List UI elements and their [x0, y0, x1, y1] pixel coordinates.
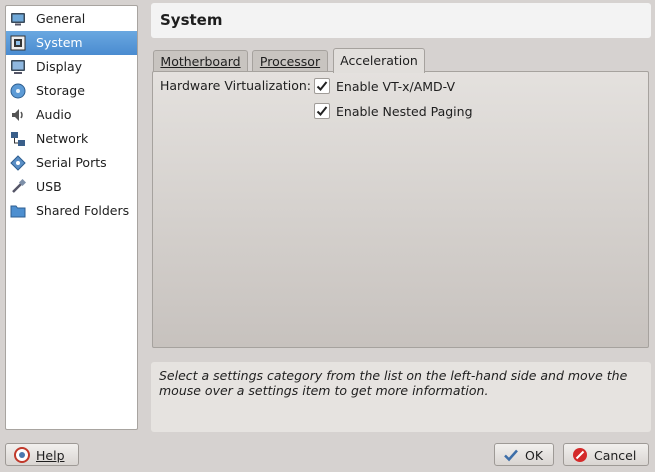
sidebar-item-label: USB: [36, 179, 62, 194]
disk-icon: [10, 83, 26, 99]
page-title: System: [151, 3, 651, 38]
sidebar-item-system[interactable]: System: [6, 31, 137, 55]
display-icon: [11, 60, 25, 74]
usb-icon: [12, 179, 26, 193]
sidebar-item-serial-ports[interactable]: Serial Ports: [6, 151, 137, 175]
speaker-icon: [12, 109, 23, 121]
help-button[interactable]: Help: [5, 443, 79, 466]
checkbox-box[interactable]: [314, 78, 330, 94]
sidebar-item-label: Serial Ports: [36, 155, 107, 170]
sidebar-item-label: Display: [36, 59, 83, 74]
enable-nested-paging-label: Enable Nested Paging: [336, 104, 473, 119]
tab-acceleration[interactable]: Acceleration: [333, 48, 425, 73]
tab-motherboard[interactable]: Motherboard: [153, 50, 248, 72]
settings-category-list[interactable]: General System Display Storage Audio Net…: [5, 5, 138, 430]
sidebar-item-label: Network: [36, 131, 89, 146]
chip-icon: [10, 35, 26, 51]
sidebar-item-label: Audio: [36, 107, 72, 122]
hardware-virtualization-label: Hardware Virtualization:: [160, 78, 312, 93]
sidebar-item-display[interactable]: Display: [6, 55, 137, 79]
sidebar-item-usb[interactable]: USB: [6, 175, 137, 199]
monitor-icon: [11, 13, 25, 26]
serial-icon: [10, 155, 26, 171]
help-icon: [14, 447, 30, 463]
sidebar-item-general[interactable]: General: [6, 7, 137, 31]
tab-processor[interactable]: Processor: [252, 50, 328, 72]
sidebar-item-label: Shared Folders: [36, 203, 130, 218]
cancel-button[interactable]: Cancel: [563, 443, 649, 466]
enable-vtx-label: Enable VT-x/AMD-V: [336, 79, 456, 94]
sidebar-item-shared-folders[interactable]: Shared Folders: [6, 199, 137, 223]
cancel-icon: [573, 448, 587, 462]
checkmark-icon: [316, 106, 328, 116]
sidebar-item-audio[interactable]: Audio: [6, 103, 137, 127]
sidebar-item-label: General: [36, 11, 86, 26]
sidebar-item-network[interactable]: Network: [6, 127, 137, 151]
folder-icon: [10, 205, 26, 218]
help-info-text: Select a settings category from the list…: [151, 362, 651, 432]
checkmark-icon: [504, 449, 518, 462]
sidebar-item-label: Storage: [36, 83, 85, 98]
network-icon: [11, 132, 25, 146]
ok-button[interactable]: OK: [494, 443, 554, 466]
checkbox-box[interactable]: [314, 103, 330, 119]
sidebar-item-storage[interactable]: Storage: [6, 79, 137, 103]
sidebar-item-label: System: [36, 35, 83, 50]
acceleration-panel: Hardware Virtualization: Enable VT-x/AMD…: [152, 71, 649, 348]
checkmark-icon: [316, 81, 328, 91]
